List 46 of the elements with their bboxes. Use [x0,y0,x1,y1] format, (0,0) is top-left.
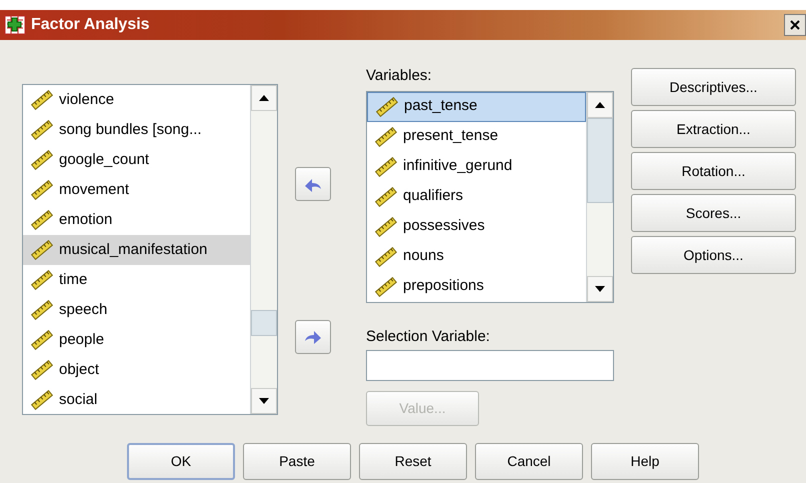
scroll-up-icon [595,102,605,108]
list-item[interactable]: possessives [367,212,586,242]
variables-label: Variables: [366,66,432,86]
close-icon [789,19,801,31]
selection-variable-label: Selection Variable: [366,326,490,346]
arrow-right-icon [304,329,322,345]
list-item[interactable]: people [23,325,250,355]
list-item[interactable]: qualifiers [367,182,586,212]
list-item[interactable]: social [23,385,250,414]
list-item[interactable]: present_tense [367,122,586,152]
list-item[interactable]: object [23,355,250,385]
list-item[interactable]: google_count [23,145,250,175]
dialog-button[interactable]: Options... [631,236,796,274]
list-item[interactable]: time [23,265,250,295]
dialog-button[interactable]: Reset [359,443,467,480]
list-item[interactable]: nouns [367,242,586,272]
dialog-button[interactable]: Descriptives... [631,68,796,106]
list-item[interactable]: song bundles [song... [23,115,250,145]
scrollbar-thumb[interactable] [587,118,613,202]
window-title: Factor Analysis [31,15,150,35]
scroll-up-icon [259,95,269,101]
dialog-button[interactable]: Rotation... [631,152,796,190]
list-item[interactable]: past_tense [367,92,586,122]
dialog-button[interactable]: Cancel [475,443,583,480]
move-right-button[interactable] [295,320,331,354]
move-left-button[interactable] [295,167,331,201]
dialog-button[interactable]: Extraction... [631,110,796,148]
list-item[interactable]: movement [23,175,250,205]
list-item[interactable]: violence [23,85,250,115]
scroll-down-icon [595,286,605,292]
dialog-button[interactable]: Help [591,443,699,480]
list-item[interactable]: musical_manifestation [23,235,250,265]
selection-variable-field[interactable] [366,350,614,381]
scrollbar[interactable] [250,85,277,414]
list-item[interactable]: prepositions [367,272,586,302]
close-button[interactable] [784,14,806,36]
dialog-button[interactable]: Scores... [631,194,796,232]
dialog-button[interactable]: Paste [243,443,351,480]
scrollbar[interactable] [586,92,613,302]
scrollbar-thumb[interactable] [251,310,277,336]
list-item[interactable]: emotion [23,205,250,235]
app-icon [4,15,26,35]
dialog-button[interactable]: OK [127,443,235,480]
list-item[interactable]: speech [23,295,250,325]
scroll-down-icon [259,398,269,404]
list-item[interactable]: infinitive_gerund [367,152,586,182]
